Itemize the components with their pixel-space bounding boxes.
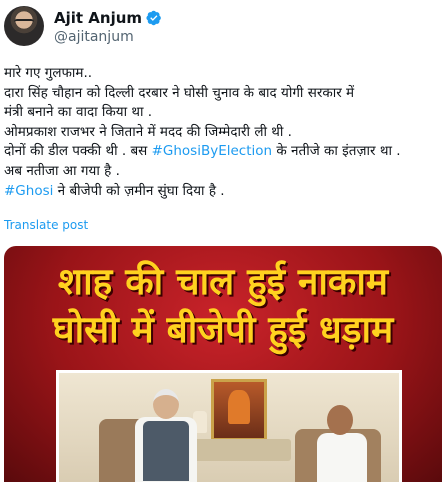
text-span: मारे गए गुलफाम.. xyxy=(4,65,93,81)
media-headline-line1: शाह की चाल हुई नाकाम xyxy=(57,260,389,303)
verified-badge-icon xyxy=(146,10,161,26)
text-span: ओमप्रकाश राजभर ने जिताने में मदद की जिम्… xyxy=(4,123,292,140)
avatar-glasses xyxy=(14,19,34,27)
tweet-line: दोनों की डील पक्की थी . बस #GhosiByElect… xyxy=(4,142,440,162)
media-headline-line2: घोसी में बीजेपी हुई धड़ाम xyxy=(52,308,394,351)
tweet-line: मारे गए गुलफाम.. xyxy=(4,64,440,84)
text-span: के नतीजे का इंतज़ार था . xyxy=(272,143,401,160)
person-head xyxy=(153,389,179,419)
author-display-name[interactable]: Ajit Anjum xyxy=(54,9,142,27)
avatar[interactable] xyxy=(4,6,44,46)
text-span: ने बीजेपी को ज़मीन सुंघा दिया है . xyxy=(53,182,225,199)
media-photo xyxy=(56,370,402,482)
person-head xyxy=(327,405,353,435)
photo-painting xyxy=(211,379,267,441)
hashtag-ghosi[interactable]: #Ghosi xyxy=(4,183,53,199)
tweet-line: #Ghosi ने बीजेपी को ज़मीन सुंघा दिया है … xyxy=(4,182,440,202)
hashtag-ghosibyelection[interactable]: #GhosiByElection xyxy=(152,143,273,159)
tweet-line: मंत्री बनाने का वादा किया था . xyxy=(4,103,440,123)
tweet-line: दारा सिंह चौहान को दिल्ली दरबार ने घोसी … xyxy=(4,84,440,104)
person-vest xyxy=(143,421,189,481)
tweet-line: अब नतीजा आ गया है . xyxy=(4,162,440,182)
text-span: अब नतीजा आ गया है . xyxy=(4,162,120,179)
author-name-row: Ajit Anjum xyxy=(54,9,162,27)
tweet-text: मारे गए गुलफाम.. दारा सिंह चौहान को दिल्… xyxy=(4,64,440,201)
text-span: दारा सिंह चौहान को दिल्ली दरबार ने घोसी … xyxy=(4,84,355,101)
text-span: मंत्री बनाने का वादा किया था . xyxy=(4,104,153,121)
tweet-line: ओमप्रकाश राजभर ने जिताने में मदद की जिम्… xyxy=(4,123,440,143)
person-body xyxy=(317,433,367,482)
translate-post-link[interactable]: Translate post xyxy=(4,218,88,232)
author-handle[interactable]: @ajitanjum xyxy=(54,29,134,45)
tweet-media-image[interactable]: शाह की चाल हुई नाकाम घोसी में बीजेपी हुई… xyxy=(4,246,442,482)
text-span: दोनों की डील पक्की थी . बस xyxy=(4,143,152,160)
tweet-header: Ajit Anjum @ajitanjum xyxy=(4,6,440,52)
